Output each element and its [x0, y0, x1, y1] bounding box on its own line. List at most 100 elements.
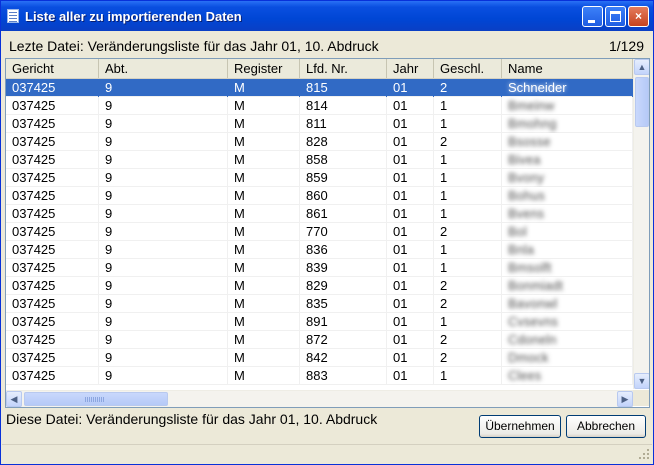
- title-bar[interactable]: Liste aller zu importierenden Daten ×: [1, 1, 653, 31]
- table-row[interactable]: 037425 9 M 858 01 1 Bivea: [6, 151, 633, 169]
- cell-geschl: 1: [434, 151, 502, 169]
- cell-name: Bvens: [502, 205, 633, 223]
- cell-geschl: 2: [434, 277, 502, 295]
- horizontal-scroll-thumb[interactable]: [24, 392, 168, 406]
- cell-jahr: 01: [387, 169, 434, 187]
- scroll-down-button[interactable]: ▼: [634, 373, 649, 389]
- scroll-left-button[interactable]: ◀: [6, 391, 22, 407]
- window-title: Liste aller zu importierenden Daten: [25, 9, 242, 24]
- cell-jahr: 01: [387, 331, 434, 349]
- table-row[interactable]: 037425 9 M 859 01 1 Bvony: [6, 169, 633, 187]
- column-header-lfd-nr[interactable]: Lfd. Nr.: [300, 59, 387, 78]
- column-header-jahr[interactable]: Jahr: [387, 59, 434, 78]
- record-counter: 1/129: [608, 38, 644, 54]
- cell-abt: 9: [99, 295, 228, 313]
- cell-jahr: 01: [387, 97, 434, 115]
- close-button[interactable]: ×: [628, 6, 649, 27]
- cell-jahr: 01: [387, 349, 434, 367]
- cell-abt: 9: [99, 367, 228, 385]
- status-divider: [2, 444, 652, 445]
- cell-lfd-nr: 828: [300, 133, 387, 151]
- cell-name: Bivea: [502, 151, 633, 169]
- scroll-right-button[interactable]: ▶: [617, 391, 633, 407]
- apply-button[interactable]: Übernehmen: [479, 415, 561, 438]
- cancel-button[interactable]: Abbrechen: [566, 415, 646, 438]
- cell-jahr: 01: [387, 367, 434, 385]
- cell-jahr: 01: [387, 313, 434, 331]
- maximize-icon: [610, 11, 621, 22]
- cell-lfd-nr: 883: [300, 367, 387, 385]
- table-row[interactable]: 037425 9 M 836 01 1 Bnla: [6, 241, 633, 259]
- table-row[interactable]: 037425 9 M 811 01 1 Bmohng: [6, 115, 633, 133]
- minimize-button[interactable]: [582, 6, 603, 27]
- arrow-up-icon: ▲: [637, 62, 647, 72]
- table-row[interactable]: 037425 9 M 770 01 2 Bol: [6, 223, 633, 241]
- column-header-abt[interactable]: Abt.: [99, 59, 228, 78]
- table-row[interactable]: 037425 9 M 891 01 1 Cvsevns: [6, 313, 633, 331]
- table-row[interactable]: 037425 9 M 839 01 1 Bmsolft: [6, 259, 633, 277]
- horizontal-scrollbar[interactable]: ◀ ▶: [6, 390, 633, 407]
- cell-lfd-nr: 814: [300, 97, 387, 115]
- cell-lfd-nr: 839: [300, 259, 387, 277]
- arrow-right-icon: ▶: [621, 394, 629, 404]
- cell-name: Bnla: [502, 241, 633, 259]
- table-row[interactable]: 037425 9 M 814 01 1 Bmeinw: [6, 97, 633, 115]
- cell-geschl: 1: [434, 367, 502, 385]
- cell-gericht: 037425: [6, 79, 99, 97]
- table-body[interactable]: 037425 9 M 815 01 2 Schneider 037425 9 M 814 01 1 Bme…: [6, 79, 633, 389]
- arrow-down-icon: ▼: [637, 376, 647, 386]
- cell-lfd-nr: 829: [300, 277, 387, 295]
- cell-name: Dmock: [502, 349, 633, 367]
- cell-geschl: 1: [434, 313, 502, 331]
- table-row[interactable]: 037425 9 M 815 01 2 Schneider: [6, 79, 633, 97]
- column-header-register[interactable]: Register: [228, 59, 300, 78]
- maximize-button[interactable]: [605, 6, 626, 27]
- cell-gericht: 037425: [6, 187, 99, 205]
- cell-lfd-nr: 835: [300, 295, 387, 313]
- cell-name: Bol: [502, 223, 633, 241]
- cell-register: M: [228, 151, 300, 169]
- grip-icon: [85, 397, 105, 402]
- table-row[interactable]: 037425 9 M 883 01 1 Clees: [6, 367, 633, 385]
- cell-geschl: 1: [434, 187, 502, 205]
- cell-register: M: [228, 133, 300, 151]
- cell-gericht: 037425: [6, 115, 99, 133]
- close-icon: ×: [634, 9, 642, 23]
- cell-geschl: 2: [434, 349, 502, 367]
- cell-register: M: [228, 295, 300, 313]
- vertical-scrollbar[interactable]: ▲ ▼: [633, 59, 649, 389]
- table-row[interactable]: 037425 9 M 829 01 2 Bonmiadt: [6, 277, 633, 295]
- cell-gericht: 037425: [6, 169, 99, 187]
- cell-name: Bohus: [502, 187, 633, 205]
- cell-abt: 9: [99, 115, 228, 133]
- cell-abt: 9: [99, 97, 228, 115]
- cell-gericht: 037425: [6, 241, 99, 259]
- vertical-scroll-thumb[interactable]: [635, 77, 649, 127]
- cell-jahr: 01: [387, 151, 434, 169]
- column-header-name[interactable]: Name: [502, 59, 633, 78]
- cell-name: Bmsolft: [502, 259, 633, 277]
- table-row[interactable]: 037425 9 M 860 01 1 Bohus: [6, 187, 633, 205]
- table-row[interactable]: 037425 9 M 828 01 2 Bsosse: [6, 133, 633, 151]
- cell-register: M: [228, 205, 300, 223]
- cell-jahr: 01: [387, 187, 434, 205]
- cell-gericht: 037425: [6, 277, 99, 295]
- cell-gericht: 037425: [6, 259, 99, 277]
- table-row[interactable]: 037425 9 M 842 01 2 Dmock: [6, 349, 633, 367]
- column-header-geschl[interactable]: Geschl.: [434, 59, 502, 78]
- cell-name: Bmeinw: [502, 97, 633, 115]
- table-row[interactable]: 037425 9 M 872 01 2 Cdoneln: [6, 331, 633, 349]
- cell-register: M: [228, 79, 300, 97]
- cell-name: Bmohng: [502, 115, 633, 133]
- scroll-up-button[interactable]: ▲: [634, 59, 649, 75]
- cell-register: M: [228, 277, 300, 295]
- cell-jahr: 01: [387, 259, 434, 277]
- cell-gericht: 037425: [6, 133, 99, 151]
- table-row[interactable]: 037425 9 M 861 01 1 Bvens: [6, 205, 633, 223]
- column-header-gericht[interactable]: Gericht: [6, 59, 99, 78]
- cell-register: M: [228, 169, 300, 187]
- cell-name: Schneider: [502, 79, 633, 97]
- cell-gericht: 037425: [6, 205, 99, 223]
- table-row[interactable]: 037425 9 M 835 01 2 Bavonwl: [6, 295, 633, 313]
- resize-grip-icon[interactable]: [639, 449, 651, 461]
